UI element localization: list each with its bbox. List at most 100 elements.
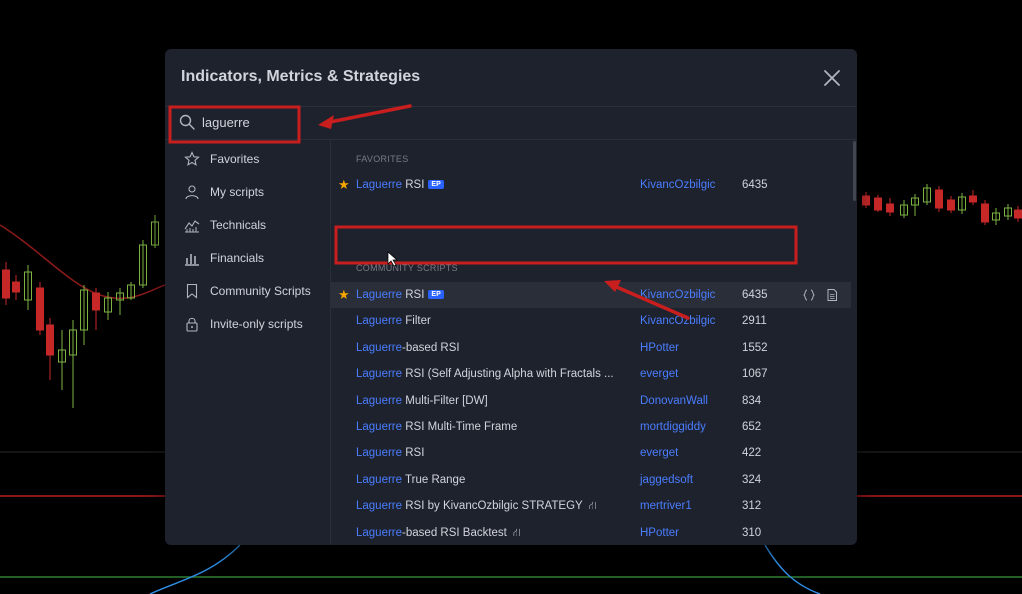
editors-pick-badge: EP: [428, 180, 444, 189]
script-name-rest: RSI by KivancOzbilgic STRATEGY: [402, 500, 583, 513]
community-script-row[interactable]: Laguerre Multi-Filter [DW] DonovanWall 834: [331, 388, 851, 414]
editors-pick-badge: EP: [428, 290, 444, 299]
script-name-rest: Multi-Filter [DW]: [402, 394, 488, 407]
sidebar-item-label: Community Scripts: [210, 284, 311, 298]
search-input[interactable]: [202, 112, 502, 132]
sidebar-item-label: Favorites: [210, 152, 260, 166]
source-code-icon[interactable]: [802, 288, 816, 302]
community-script-row[interactable]: Laguerre Filter KivancOzbilgic 2911: [331, 308, 851, 334]
candle-body: [886, 203, 894, 213]
script-name-rest: -based RSI: [402, 341, 460, 354]
script-author[interactable]: HPotter: [640, 342, 679, 354]
search-match: Laguerre: [356, 473, 403, 486]
sidebar-item-financials[interactable]: Financials: [165, 243, 330, 273]
strategy-icon: ⛙: [588, 500, 597, 513]
script-likes-count: 1067: [742, 368, 768, 381]
script-author[interactable]: mertriver1: [640, 500, 692, 512]
candle-body: [12, 281, 20, 293]
script-author[interactable]: everget: [640, 447, 678, 459]
script-name: Laguerre-based RSI Backtest ⛙: [356, 527, 521, 541]
search-match: Laguerre: [356, 315, 403, 328]
script-name: Laguerre RSI EP: [356, 179, 444, 191]
indicators-dialog: Indicators, Metrics & Strategies Favorit…: [165, 49, 857, 545]
sidebar-item-invite-only-scripts[interactable]: Invite-only scripts: [165, 309, 330, 339]
script-author[interactable]: KivancOzbilgic: [640, 179, 715, 191]
script-name-rest: -based RSI Backtest: [402, 526, 507, 539]
script-likes-count: 1552: [742, 341, 768, 354]
script-name: Laguerre True Range: [356, 474, 465, 486]
script-name: Laguerre RSI Multi-Time Frame: [356, 421, 517, 433]
lock-icon: [186, 317, 198, 332]
candle-body: [981, 203, 989, 223]
script-name-rest: RSI (Self Adjusting Alpha with Fractals …: [402, 368, 614, 381]
community-script-row[interactable]: ★ Laguerre RSI EP KivancOzbilgic 6435: [331, 282, 851, 308]
community-script-row[interactable]: Laguerre RSI everget 422: [331, 440, 851, 466]
search-match: Laguerre: [356, 394, 403, 407]
candle-body: [36, 287, 44, 331]
sidebar-item-label: My scripts: [210, 185, 264, 199]
script-name: Laguerre-based RSI: [356, 342, 460, 354]
community-script-row[interactable]: Laguerre-based RSI HPotter 1552: [331, 335, 851, 361]
technicals-icon: [184, 220, 200, 233]
community-script-row[interactable]: Laguerre-based RSI Backtest ⛙ HPotter 310: [331, 520, 851, 545]
script-author[interactable]: jaggedsoft: [640, 474, 693, 486]
script-likes-count: 422: [742, 447, 762, 460]
script-name: Laguerre RSI by KivancOzbilgic STRATEGY ⛙: [356, 500, 596, 514]
sidebar-item-label: Technicals: [210, 218, 267, 232]
search-match: Laguerre: [356, 421, 403, 433]
script-author[interactable]: everget: [640, 368, 678, 380]
search-bar: [165, 106, 857, 140]
favorite-star-icon[interactable]: ★: [338, 177, 350, 193]
script-author[interactable]: KivancOzbilgic: [640, 315, 715, 327]
sidebar-item-community-scripts[interactable]: Community Scripts: [165, 276, 330, 306]
script-author[interactable]: mortdiggiddy: [640, 421, 706, 433]
dialog-header: Indicators, Metrics & Strategies: [165, 49, 857, 107]
script-likes-count: 310: [742, 526, 762, 539]
community-script-row[interactable]: Laguerre RSI (Self Adjusting Alpha with …: [331, 361, 851, 387]
candle-body: [92, 292, 100, 311]
script-author[interactable]: KivancOzbilgic: [640, 289, 715, 301]
community-script-row[interactable]: Laguerre RSI by KivancOzbilgic STRATEGY ⛙…: [331, 493, 851, 519]
strategy-icon: ⛙: [512, 526, 521, 539]
candle-body: [874, 197, 882, 211]
candle-body: [969, 195, 977, 203]
script-likes-count: 652: [742, 421, 762, 433]
search-match: Laguerre: [356, 289, 403, 301]
dialog-title: Indicators, Metrics & Strategies: [181, 68, 421, 85]
script-author[interactable]: HPotter: [640, 527, 679, 539]
script-name-rest: True Range: [402, 473, 466, 486]
candle-body: [947, 199, 955, 211]
sidebar-item-label: Financials: [210, 251, 265, 265]
script-likes-count: 2911: [742, 315, 767, 328]
search-match: Laguerre: [356, 500, 403, 513]
close-icon[interactable]: [821, 67, 843, 89]
script-name-rest: RSI: [402, 179, 425, 191]
script-name: Laguerre RSI (Self Adjusting Alpha with …: [356, 368, 614, 380]
user-icon: [185, 185, 199, 200]
search-match: Laguerre: [356, 341, 403, 354]
sidebar-item-technicals[interactable]: Technicals: [165, 210, 330, 240]
document-icon[interactable]: [825, 288, 839, 302]
search-match: Laguerre: [356, 526, 403, 539]
script-author[interactable]: DonovanWall: [640, 395, 708, 407]
script-name: Laguerre Multi-Filter [DW]: [356, 395, 488, 407]
community-script-row[interactable]: Laguerre RSI Multi-Time Frame mortdiggidd…: [331, 414, 851, 440]
script-likes-count: 312: [742, 500, 762, 513]
script-name-rest: RSI: [402, 289, 425, 301]
sidebar-item-favorites[interactable]: Favorites: [165, 144, 330, 174]
script-likes-count: 6435: [742, 289, 768, 301]
community-section-label: COMMUNITY SCRIPTS: [356, 263, 458, 273]
bar-chart-icon: [185, 254, 199, 266]
favorites-section-label: FAVORITES: [356, 154, 409, 164]
category-sidebar: Favorites My scripts Technicals Financia…: [165, 140, 331, 545]
favorite-star-icon[interactable]: ★: [338, 287, 350, 303]
bookmark-icon: [186, 283, 198, 299]
script-name: Laguerre Filter: [356, 315, 431, 327]
community-script-row[interactable]: Laguerre True Range jaggedsoft 324: [331, 467, 851, 493]
search-match: Laguerre: [356, 368, 403, 381]
favorite-row[interactable]: ★ Laguerre RSI EP KivancOzbilgic 6435: [331, 172, 851, 198]
search-icon: [179, 114, 195, 130]
sidebar-item-my-scripts[interactable]: My scripts: [165, 177, 330, 207]
results-scrollbar[interactable]: [853, 141, 856, 201]
script-likes-count: 6435: [742, 179, 768, 191]
